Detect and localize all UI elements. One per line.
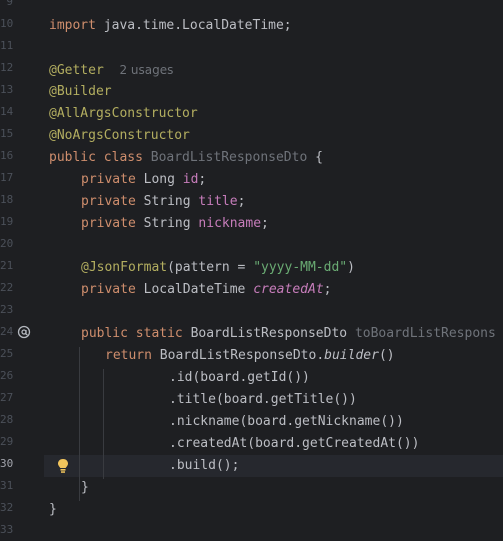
line-number-gutter: 9 10 11 12 13 14 15 16 17 18 19 20 21 22… bbox=[0, 0, 44, 541]
annotation: @AllArgsConstructor bbox=[49, 106, 198, 121]
code-line: .nickname(board.getNickname()) bbox=[169, 414, 404, 429]
keyword: public class bbox=[49, 150, 143, 165]
keyword: public static bbox=[81, 326, 183, 341]
override-at-icon[interactable] bbox=[16, 325, 32, 341]
string-literal: "yyyy-MM-dd" bbox=[253, 260, 348, 275]
code-line: } bbox=[81, 480, 89, 495]
type: String bbox=[135, 216, 199, 231]
code-line: @Getter 2 usages bbox=[49, 59, 173, 81]
keyword: private bbox=[81, 216, 136, 231]
line-number: 9 bbox=[6, 0, 13, 8]
field-name: createdAt bbox=[253, 282, 324, 297]
code-line: private Long id; bbox=[81, 169, 206, 191]
annotation: @Builder bbox=[49, 84, 112, 99]
code-line: import java.time.LocalDateTime; bbox=[49, 15, 292, 37]
code-text: ; bbox=[323, 282, 332, 297]
line-number: 14 bbox=[0, 105, 14, 118]
code-line: private String nickname; bbox=[81, 213, 269, 235]
line-number: 17 bbox=[0, 171, 14, 184]
line-number: 11 bbox=[0, 39, 14, 52]
code-line: @Builder bbox=[49, 81, 112, 103]
code-line: @JsonFormat(pattern = "yyyy-MM-dd") bbox=[81, 257, 355, 279]
line-number: 21 bbox=[0, 259, 14, 272]
usages-inlay-hint[interactable]: 2 usages bbox=[119, 63, 173, 77]
annotation: @Getter bbox=[49, 63, 104, 78]
field-name: id bbox=[182, 172, 199, 187]
line-number: 29 bbox=[0, 435, 14, 448]
line-number: 26 bbox=[0, 369, 14, 382]
line-number: 22 bbox=[0, 281, 14, 294]
line-number: 23 bbox=[0, 303, 14, 316]
annotation: @JsonFormat bbox=[81, 260, 168, 275]
code-line-current[interactable]: .build(); bbox=[169, 455, 239, 477]
lightbulb-icon[interactable] bbox=[56, 457, 70, 475]
line-number: 31 bbox=[0, 479, 14, 492]
keyword: private bbox=[81, 282, 136, 297]
code-text: java.time.LocalDateTime; bbox=[95, 18, 292, 33]
keyword: import bbox=[49, 18, 96, 33]
keyword: return bbox=[105, 348, 152, 363]
code-line: .title(board.getTitle()) bbox=[169, 392, 357, 407]
line-number: 16 bbox=[0, 149, 14, 162]
code-text: { bbox=[307, 150, 323, 165]
class-name: BoardListResponseDto bbox=[142, 150, 308, 165]
code-text: ; bbox=[237, 194, 246, 209]
code-line: public static BoardListResponseDto toBoa… bbox=[81, 323, 496, 345]
keyword: private bbox=[81, 194, 136, 209]
line-number: 10 bbox=[0, 17, 14, 30]
code-text: (pattern = bbox=[167, 260, 254, 275]
code-line: @NoArgsConstructor bbox=[49, 125, 190, 147]
line-number: 27 bbox=[0, 391, 14, 404]
code-text: ) bbox=[347, 260, 355, 275]
code-line: @AllArgsConstructor bbox=[49, 103, 198, 125]
line-number-current: 30 bbox=[0, 457, 14, 470]
method-call: builder bbox=[324, 348, 379, 363]
line-number: 33 bbox=[0, 523, 14, 536]
annotation: @NoArgsConstructor bbox=[49, 128, 190, 143]
current-line-highlight bbox=[44, 455, 503, 477]
code-line: private LocalDateTime createdAt; bbox=[81, 279, 331, 301]
indent-guide bbox=[103, 369, 104, 479]
line-number: 24 bbox=[0, 325, 14, 338]
code-line: public class BoardListResponseDto { bbox=[49, 147, 323, 169]
code-text: BoardListResponseDto. bbox=[151, 348, 325, 363]
code-line: return BoardListResponseDto.builder() bbox=[105, 345, 395, 367]
type: String bbox=[135, 194, 199, 209]
field-name: title bbox=[198, 194, 238, 209]
code-line: private String title; bbox=[81, 191, 245, 213]
method-name: toBoardListRespons bbox=[354, 326, 496, 341]
field-name: nickname bbox=[198, 216, 262, 231]
code-line: .id(board.getId()) bbox=[169, 370, 310, 385]
line-number: 32 bbox=[0, 501, 14, 514]
line-number: 18 bbox=[0, 193, 14, 206]
line-number: 13 bbox=[0, 83, 14, 96]
code-text: () bbox=[378, 348, 395, 363]
keyword: private bbox=[81, 172, 136, 187]
type: Long bbox=[135, 172, 183, 187]
code-text: ; bbox=[261, 216, 269, 231]
line-number: 19 bbox=[0, 215, 14, 228]
code-line: } bbox=[49, 502, 57, 517]
line-number: 28 bbox=[0, 413, 14, 426]
line-number: 15 bbox=[0, 127, 14, 140]
code-line: .createdAt(board.getCreatedAt()) bbox=[169, 436, 420, 451]
line-number: 20 bbox=[0, 237, 14, 250]
code-text: ; bbox=[198, 172, 207, 187]
line-number: 12 bbox=[0, 61, 14, 74]
line-number: 25 bbox=[0, 347, 14, 360]
indent-guide bbox=[79, 347, 80, 501]
type: LocalDateTime bbox=[135, 282, 254, 297]
type: BoardListResponseDto bbox=[182, 326, 355, 341]
